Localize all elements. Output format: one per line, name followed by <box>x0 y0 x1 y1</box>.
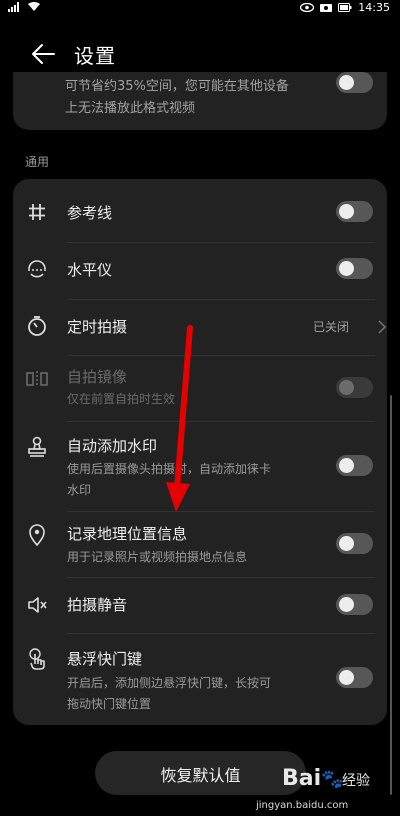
page-title: 设置 <box>74 44 116 68</box>
touch-icon <box>25 647 49 671</box>
reset-defaults-label: 恢复默认值 <box>160 766 241 785</box>
grid-label: 参考线 <box>67 204 113 222</box>
mute-label: 拍摄静音 <box>67 596 128 614</box>
floating-shutter-description: 开启后，添加侧边悬浮快门键，长按可 拖动快门键位置 <box>67 676 272 711</box>
setting-row-grid[interactable]: 参考线 <box>13 179 387 243</box>
stamp-icon <box>25 435 49 459</box>
timer-value: 已关闭 <box>313 320 350 334</box>
camera-status-icon <box>320 2 333 12</box>
baidu-jingyan-watermark: Bai🐾 经验 jingyan.baidu.com <box>256 766 392 814</box>
status-bar: 14:35 <box>0 0 400 14</box>
watermark-label: 自动添加水印 <box>67 437 158 455</box>
jingyan-label: 经验 <box>342 773 370 789</box>
status-time: 14:35 <box>358 0 390 14</box>
section-header-general: 通用 <box>25 155 50 169</box>
setting-row-level[interactable]: 水平仪 <box>13 243 387 299</box>
location-description: 用于记录照片或视频拍摄地点信息 <box>67 550 248 564</box>
mute-icon <box>25 593 49 617</box>
video-format-toggle[interactable] <box>336 72 373 93</box>
back-arrow-icon <box>32 44 55 64</box>
battery-icon <box>338 2 352 12</box>
timer-label: 定时拍摄 <box>67 318 128 336</box>
eye-icon <box>300 2 315 12</box>
timer-icon <box>25 314 49 338</box>
mirror-label: 自拍镜像 <box>67 368 128 386</box>
video-format-card: 可节省约35%空间，您可能在其他设备 上无法播放此格式视频 <box>13 72 387 130</box>
grid-icon <box>25 200 49 224</box>
signal-icon <box>8 2 22 12</box>
location-label: 记录地理位置信息 <box>67 525 188 543</box>
level-toggle[interactable] <box>336 258 373 279</box>
setting-row-floating-shutter[interactable]: 悬浮快门键 开启后，添加侧边悬浮快门键，长按可 拖动快门键位置 <box>13 633 387 725</box>
setting-row-location[interactable]: 记录地理位置信息 用于记录照片或视频拍摄地点信息 <box>13 511 387 577</box>
back-button[interactable] <box>30 42 58 66</box>
grid-toggle[interactable] <box>336 201 373 222</box>
mirror-icon <box>25 367 49 391</box>
wifi-icon <box>28 2 40 12</box>
chevron-right-icon <box>377 319 387 334</box>
floating-shutter-label: 悬浮快门键 <box>67 650 143 668</box>
watermark-url: jingyan.baidu.com <box>256 800 349 811</box>
level-icon <box>25 257 49 281</box>
watermark-description: 使用后置摄像头拍摄时，自动添加徕卡 水印 <box>67 462 272 497</box>
general-settings-card: 参考线 水平仪 定时拍摄 已关闭 自拍镜像 仅在前置自拍时生效 自动添加水印 使… <box>13 179 387 725</box>
mirror-toggle <box>336 377 373 398</box>
mirror-description: 仅在前置自拍时生效 <box>67 392 176 406</box>
level-label: 水平仪 <box>67 261 113 279</box>
reset-defaults-button[interactable]: 恢复默认值 <box>95 751 306 795</box>
scrollbar[interactable] <box>390 395 392 795</box>
floating-shutter-toggle[interactable] <box>336 667 373 688</box>
header: 设置 <box>0 30 400 78</box>
location-icon <box>25 523 49 547</box>
setting-row-watermark[interactable]: 自动添加水印 使用后置摄像头拍摄时，自动添加徕卡 水印 <box>13 421 387 511</box>
video-format-description: 可节省约35%空间，您可能在其他设备 上无法播放此格式视频 <box>65 79 289 116</box>
watermark-toggle[interactable] <box>336 455 373 476</box>
mute-toggle[interactable] <box>336 594 373 615</box>
setting-row-mirror: 自拍镜像 仅在前置自拍时生效 <box>13 355 387 421</box>
baidu-logo: Bai🐾 <box>282 766 344 791</box>
setting-row-timer[interactable]: 定时拍摄 已关闭 <box>13 299 387 355</box>
setting-row-mute[interactable]: 拍摄静音 <box>13 577 387 633</box>
location-toggle[interactable] <box>336 533 373 554</box>
